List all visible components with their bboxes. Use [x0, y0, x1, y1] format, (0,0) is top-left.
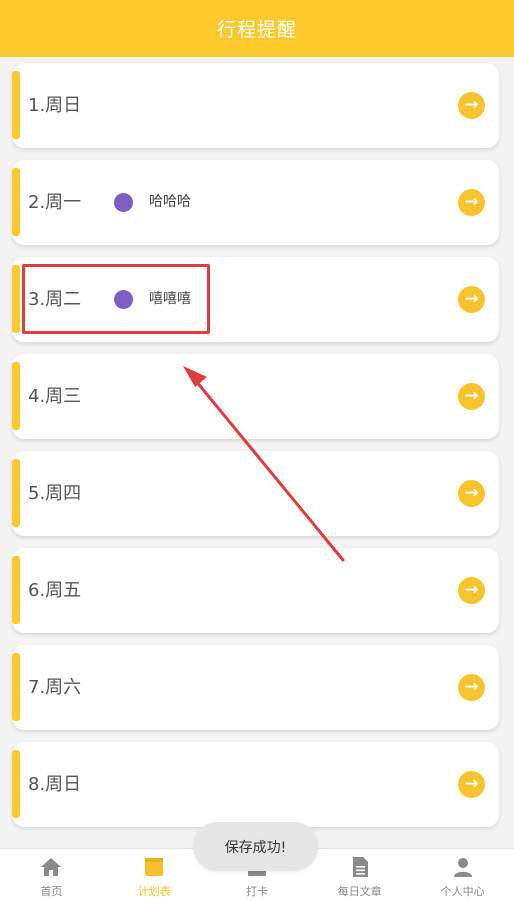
arrow-right-icon[interactable]: → [458, 286, 485, 313]
plan-note: 嘻嘻嘻 [149, 291, 191, 307]
plan-item[interactable]: 5.周四 → [12, 451, 499, 536]
status-dot [114, 193, 133, 212]
tab-label: 首页 [40, 885, 63, 898]
tab-label: 打卡 [245, 885, 268, 898]
home-icon [41, 858, 62, 876]
plan-day: 2.周一 [28, 192, 82, 213]
accent-bar [12, 168, 20, 236]
arrow-right-icon[interactable]: → [458, 674, 485, 701]
accent-bar [12, 750, 20, 818]
tab-label: 个人中心 [440, 885, 485, 898]
accent-bar [12, 362, 20, 430]
schedule-icon [145, 858, 164, 876]
accent-bar [12, 71, 20, 139]
toast-message: 保存成功! [193, 822, 318, 871]
plan-day: 8.周日 [28, 774, 82, 795]
accent-bar [12, 556, 20, 624]
accent-bar [12, 653, 20, 721]
plan-day: 1.周日 [28, 95, 82, 116]
plan-day: 3.周二 [28, 289, 82, 310]
plan-day: 5.周四 [28, 483, 82, 504]
plan-item[interactable]: 7.周六 → [12, 645, 499, 730]
header-bar: 行程提醒 [0, 0, 514, 57]
plan-day: 4.周三 [28, 386, 82, 407]
arrow-right-icon[interactable]: → [458, 771, 485, 798]
plan-day: 6.周五 [28, 580, 82, 601]
plan-item[interactable]: 8.周日 → [12, 742, 499, 827]
plan-item[interactable]: 3.周二 嘻嘻嘻 → [12, 257, 499, 342]
arrow-right-icon[interactable]: → [458, 480, 485, 507]
document-icon [352, 857, 368, 877]
tab-label: 计划表 [137, 885, 171, 898]
arrow-right-icon[interactable]: → [458, 92, 485, 119]
arrow-right-icon[interactable]: → [458, 577, 485, 604]
plan-item[interactable]: 4.周三 → [12, 354, 499, 439]
accent-bar [12, 459, 20, 527]
status-dot [114, 290, 133, 309]
tab-profile[interactable]: 个人中心 [411, 849, 514, 900]
plan-item[interactable]: 2.周一 哈哈哈 → [12, 160, 499, 245]
plan-item[interactable]: 1.周日 → [12, 63, 499, 148]
plan-item[interactable]: 6.周五 → [12, 548, 499, 633]
tab-home[interactable]: 首页 [0, 849, 103, 900]
accent-bar [12, 265, 20, 333]
tab-schedule[interactable]: 计划表 [103, 849, 206, 900]
user-icon [453, 858, 472, 877]
page-title: 行程提醒 [216, 19, 297, 41]
arrow-right-icon[interactable]: → [458, 383, 485, 410]
tab-articles[interactable]: 每日文章 [308, 849, 411, 900]
plan-note: 哈哈哈 [149, 194, 191, 210]
toast-text: 保存成功! [224, 839, 287, 856]
tab-label: 每日文章 [337, 885, 382, 898]
plan-day: 7.周六 [28, 677, 82, 698]
arrow-right-icon[interactable]: → [458, 189, 485, 216]
